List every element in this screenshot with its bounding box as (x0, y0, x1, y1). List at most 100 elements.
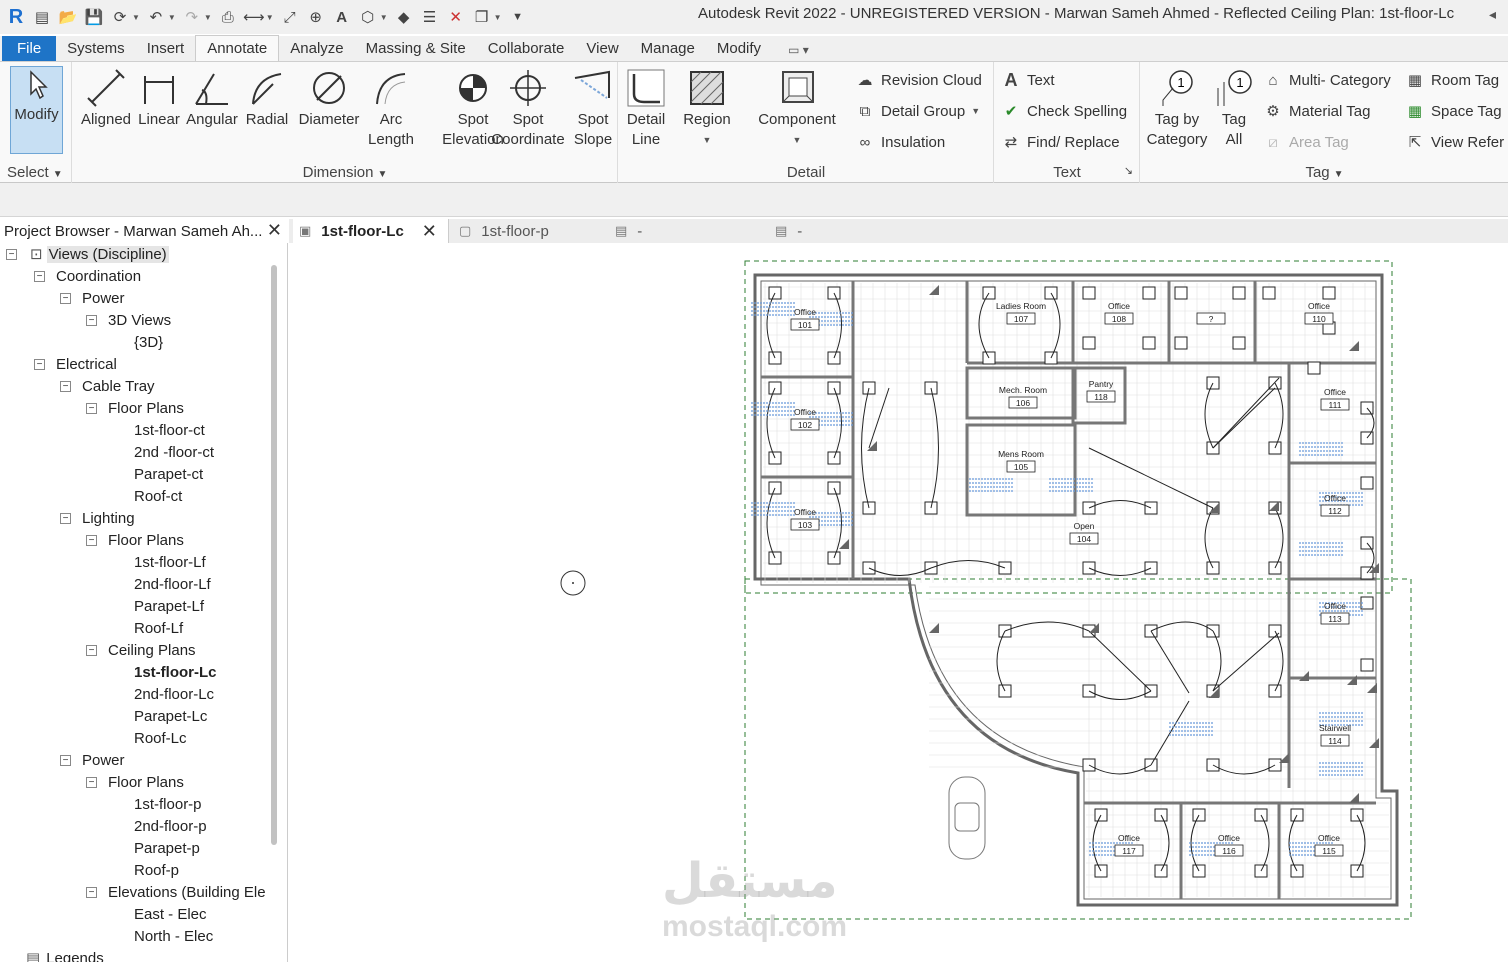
text-button[interactable]: A Text (1001, 70, 1055, 90)
tab-view[interactable]: View (575, 36, 629, 62)
close-tab-icon[interactable]: ✕ (422, 221, 437, 242)
browser-item[interactable]: Floor Plans (108, 771, 184, 793)
room-tag[interactable]: Office 113 (1320, 601, 1350, 625)
browser-item[interactable]: 2nd -floor-ct (134, 441, 214, 463)
detail-group-button[interactable]: ⧉ Detail Group ▼ (855, 101, 981, 121)
browser-item[interactable]: Power (82, 749, 125, 771)
browser-item[interactable]: Electrical (56, 353, 117, 375)
browser-item[interactable]: {3D} (134, 331, 163, 353)
view-tab-sheet-1[interactable]: ▤ - (609, 219, 759, 243)
thin-lines-icon[interactable]: ☰ (420, 7, 440, 27)
browser-item[interactable]: 1st-floor-Lc (134, 661, 217, 683)
save-icon[interactable]: 💾 (84, 7, 104, 27)
collapse-toggle-icon[interactable]: − (60, 755, 71, 766)
browser-item[interactable]: 1st-floor-p (134, 793, 202, 815)
collapse-toggle-icon[interactable]: − (6, 249, 17, 260)
room-tag[interactable]: ? (1196, 312, 1226, 325)
dimension-button-angular[interactable]: Angular (185, 66, 239, 130)
browser-item[interactable]: Floor Plans (108, 397, 184, 419)
browser-item[interactable]: 2nd-floor-Lf (134, 573, 211, 595)
detail-line-button[interactable]: Detail Line (624, 66, 668, 150)
tab-file[interactable]: File (2, 36, 57, 62)
tab-manage[interactable]: Manage (630, 36, 706, 62)
browser-item[interactable]: North - Elec (134, 925, 213, 947)
home-icon[interactable]: ▤ (32, 7, 52, 27)
browser-item[interactable]: Parapet-ct (134, 463, 203, 485)
dialog-launcher-icon[interactable]: ↘ (1124, 164, 1133, 177)
revision-cloud-button[interactable]: ☁ Revision Cloud (855, 70, 982, 90)
dimension-button-arc-length[interactable]: Arc Length (363, 66, 419, 150)
collapse-toggle-icon[interactable]: − (60, 293, 71, 304)
close-hidden-icon[interactable]: ✕ (446, 7, 466, 27)
browser-item[interactable]: Ceiling Plans (108, 639, 196, 661)
material-tag-button[interactable]: ⚙ Material Tag (1263, 101, 1370, 121)
view-tab-1st-floor-lc[interactable]: ▣ 1st-floor-Lc ✕ (293, 219, 449, 243)
customize-qat-icon[interactable]: ▼ (508, 7, 528, 27)
collapse-toggle-icon[interactable]: − (34, 271, 45, 282)
collapse-toggle-icon[interactable]: − (86, 535, 97, 546)
room-tag[interactable]: Ladies Room 107 (996, 301, 1046, 325)
dimension-button-spot-coordinate[interactable]: Spot Coordinate (483, 66, 573, 150)
check-spelling-button[interactable]: ✔ Check Spelling (1001, 101, 1127, 121)
aligned-dimension-icon[interactable]: ⤢ (280, 7, 300, 27)
collapse-toggle-icon[interactable]: − (60, 381, 71, 392)
tag-by-category-button[interactable]: 1 Tag by Category (1145, 66, 1209, 150)
reflected-ceiling-plan[interactable]: Office 101 Office 102 Office 103 Ladies Room 10… (289, 243, 1508, 962)
browser-item[interactable]: Roof-p (134, 859, 179, 881)
switch-windows-icon[interactable]: ❐ (472, 7, 492, 27)
browser-item[interactable]: 2nd-floor-p (134, 815, 207, 837)
browser-item[interactable]: Roof-Lc (134, 727, 187, 749)
measure-icon[interactable]: ⟷ (243, 7, 265, 27)
browser-item[interactable]: 1st-floor-ct (134, 419, 205, 441)
browser-item[interactable]: Parapet-Lc (134, 705, 207, 727)
room-tag[interactable]: Open 104 (1069, 521, 1099, 545)
region-button[interactable]: Region ▼ (679, 66, 735, 150)
tab-systems[interactable]: Systems (56, 36, 136, 62)
spot-icon[interactable]: ⊕ (306, 7, 326, 27)
browser-item[interactable]: Parapet-Lf (134, 595, 204, 617)
browser-item[interactable]: Parapet-p (134, 837, 200, 859)
browser-item[interactable]: Roof-ct (134, 485, 182, 507)
room-tag[interactable]: Office 108 (1104, 301, 1134, 325)
view-tab-sheet-2[interactable]: ▤ - (769, 219, 919, 243)
section-icon[interactable]: ◆ (394, 7, 414, 27)
tag-panel-label[interactable]: Tag ▼ (1141, 164, 1508, 181)
browser-item[interactable]: Power (82, 287, 125, 309)
revit-logo-icon[interactable]: R (6, 6, 26, 28)
multi-category-button[interactable]: ⌂ Multi- Category (1263, 70, 1390, 90)
collapse-toggle-icon[interactable]: − (86, 887, 97, 898)
collapse-toggle-icon[interactable]: − (86, 777, 97, 788)
drawing-canvas[interactable]: Office 101 Office 102 Office 103 Ladies Room 10… (289, 243, 1508, 962)
area-tag-button[interactable]: ⧄ Area Tag (1263, 132, 1349, 152)
ribbon-options-icon[interactable]: ▭ ▾ (772, 39, 820, 62)
print-icon[interactable]: ⎙ (218, 7, 238, 27)
tab-collaborate[interactable]: Collaborate (477, 36, 576, 62)
undo-icon[interactable]: ↶ (146, 7, 166, 27)
text-icon[interactable]: A (332, 7, 352, 27)
redo-icon[interactable]: ↷ (182, 7, 202, 27)
dimension-panel-label[interactable]: Dimension ▼ (73, 164, 617, 181)
browser-item[interactable]: Cable Tray (82, 375, 155, 397)
room-tag[interactable]: Office 117 (1114, 833, 1144, 857)
browser-item[interactable]: 3D Views (108, 309, 171, 331)
collapse-toggle-icon[interactable]: − (86, 403, 97, 414)
tab-massing-site[interactable]: Massing & Site (355, 36, 477, 62)
room-tag[interactable]: Office 116 (1214, 833, 1244, 857)
dimension-button-diameter[interactable]: Diameter (295, 66, 363, 130)
3d-view-icon[interactable]: ⬡ (358, 7, 378, 27)
room-tag[interactable]: Office 103 (790, 507, 820, 531)
tab-modify[interactable]: Modify (706, 36, 772, 62)
dimension-button-spot-slope[interactable]: Spot Slope (569, 66, 617, 150)
view-tab-1st-floor-p[interactable]: ▢ 1st-floor-p (453, 219, 603, 243)
space-tag-button[interactable]: ▦ Space Tag (1405, 101, 1502, 121)
browser-item[interactable]: East - Elec (134, 903, 207, 925)
browser-item[interactable]: 2nd-floor-Lc (134, 683, 214, 705)
browser-item[interactable]: Elevations (Building Ele (108, 881, 266, 903)
browser-item[interactable]: 1st-floor-Lf (134, 551, 206, 573)
room-tag[interactable]: Office 101 (790, 307, 820, 331)
dimension-button-linear[interactable]: Linear (133, 66, 185, 130)
browser-item[interactable]: Coordination (56, 265, 141, 287)
collapse-toggle-icon[interactable]: − (34, 359, 45, 370)
room-tag[interactable]: Stairwell 114 (1319, 723, 1351, 747)
dimension-button-radial[interactable]: Radial (239, 66, 295, 130)
